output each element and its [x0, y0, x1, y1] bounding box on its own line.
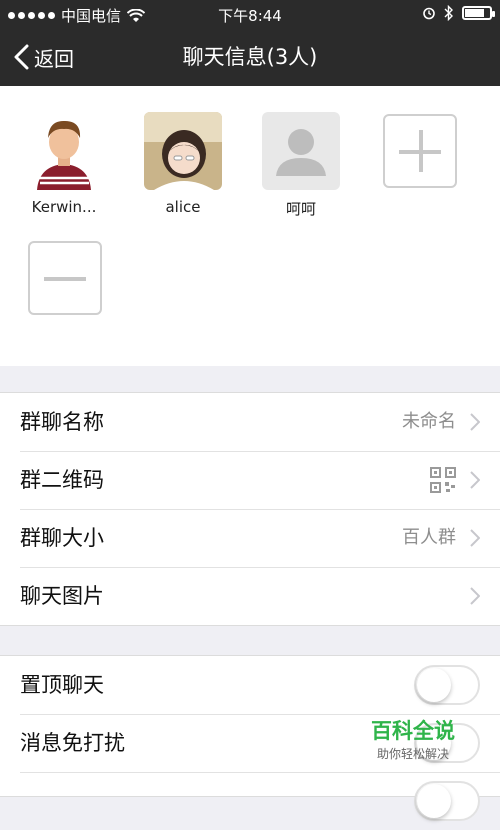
row-chat-images[interactable]: 聊天图片 [0, 567, 500, 625]
pin-chat-toggle[interactable] [414, 665, 480, 705]
default-avatar-icon [262, 112, 340, 190]
settings-group-info: 群聊名称 未命名 群二维码 群聊大小 百人群 聊天图片 [0, 392, 500, 626]
row-group-qrcode[interactable]: 群二维码 [0, 451, 500, 509]
bluetooth-icon [444, 5, 453, 21]
watermark-logo: 百科全说 助你轻松解决 [353, 715, 473, 762]
qr-code-icon [430, 467, 456, 493]
member-name: alice [165, 198, 201, 216]
member-name: 呵呵 [285, 200, 316, 218]
status-right [422, 5, 495, 21]
member-item[interactable]: alice [133, 112, 233, 216]
watermark-main: 百科全说 [371, 719, 455, 743]
page-title: 聊天信息(3人) [182, 45, 318, 69]
alarm-icon [423, 7, 435, 20]
row-pin-chat: 置顶聊天 [0, 656, 500, 714]
avatar [144, 112, 222, 190]
member-grid: Kerwin... alice 呵呵 [0, 86, 500, 366]
row-group-size[interactable]: 群聊大小 百人群 [0, 509, 500, 567]
avatar [25, 112, 103, 190]
add-member-item[interactable] [370, 114, 470, 188]
row-group-name[interactable]: 群聊名称 未命名 [0, 393, 500, 451]
remove-member-item[interactable] [15, 241, 115, 315]
chevron-right-icon [470, 587, 480, 605]
member-item[interactable]: Kerwin... [14, 112, 114, 216]
row-label: 置顶聊天 [20, 673, 104, 697]
row-label: 消息免打扰 [20, 731, 125, 755]
row-label: 聊天图片 [20, 584, 104, 608]
toggle[interactable] [414, 781, 480, 821]
member-name: Kerwin... [31, 198, 97, 216]
status-bar: 中国电信 下午8:44 [0, 0, 500, 28]
member-item[interactable]: 呵呵 [251, 112, 351, 219]
row-value: 百人群 [402, 527, 456, 548]
chevron-right-icon [470, 529, 480, 547]
row-label: 群二维码 [20, 468, 104, 492]
row-partial [0, 772, 500, 830]
row-value: 未命名 [402, 411, 456, 432]
add-member-button[interactable] [383, 114, 457, 188]
row-label: 群聊大小 [20, 526, 104, 550]
chevron-right-icon [470, 471, 480, 489]
remove-member-button[interactable] [28, 241, 102, 315]
watermark-sub: 助你轻松解决 [376, 747, 449, 761]
minus-icon [44, 277, 86, 281]
chevron-right-icon [470, 413, 480, 431]
navigation-bar: 返回 聊天信息(3人) [0, 28, 500, 86]
row-label: 群聊名称 [20, 410, 104, 434]
battery-icon [462, 6, 495, 20]
